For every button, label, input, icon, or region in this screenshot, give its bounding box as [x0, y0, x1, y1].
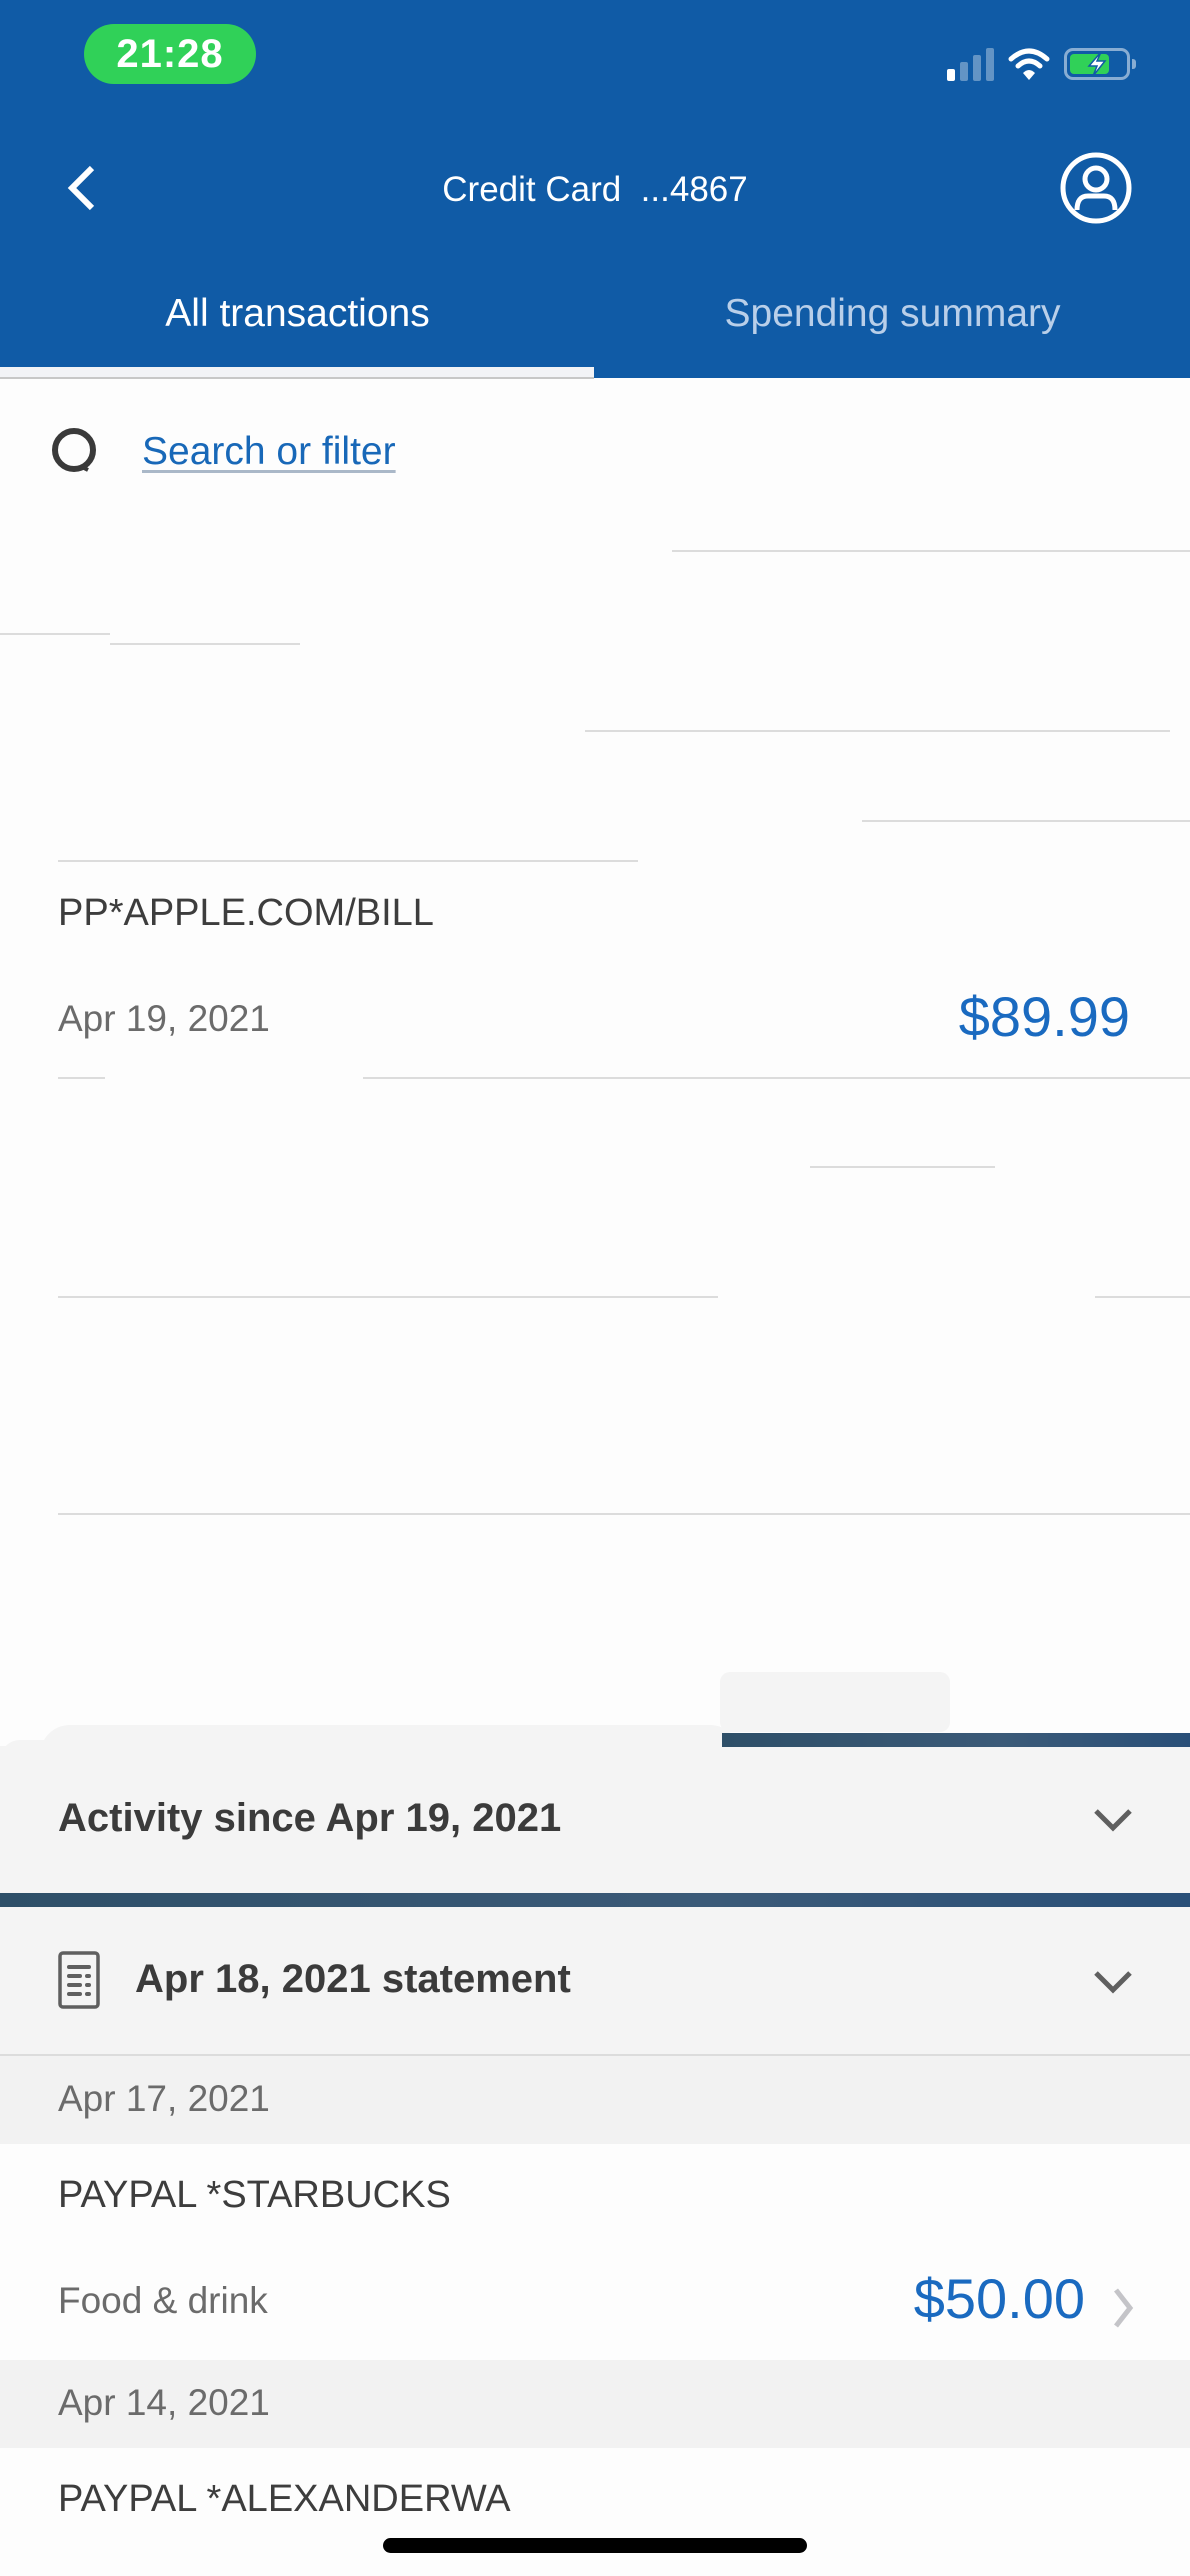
transaction-name: PAYPAL *ALEXANDERWA: [58, 2478, 511, 2520]
active-tab-indicator: [0, 367, 594, 379]
group-date: Apr 17, 2021: [58, 2078, 270, 2119]
search-icon: [52, 428, 96, 472]
activity-section-header[interactable]: Activity since Apr 19, 2021: [0, 1746, 1190, 1893]
user-circle-icon: [1060, 152, 1132, 224]
transaction-category: Food & drink: [58, 2280, 268, 2321]
tab-label: All transactions: [165, 292, 430, 335]
page-title: Credit Card ...4867: [442, 170, 748, 209]
divider: [58, 1296, 718, 1298]
app-header: 21:28 Credit Card ...4867 All transactio…: [0, 0, 1190, 379]
transaction-row[interactable]: PP*APPLE.COM/BILL Apr 19, 2021 $89.99: [0, 862, 1190, 1076]
charging-bolt-icon: [1087, 51, 1107, 77]
home-indicator[interactable]: [383, 2538, 807, 2553]
divider: [810, 1166, 995, 1168]
statement-section-title: Apr 18, 2021 statement: [135, 1957, 571, 2001]
divider: [110, 643, 300, 645]
status-icons: [947, 44, 1136, 84]
divider: [0, 633, 110, 635]
divider: [672, 550, 1190, 552]
divider: [58, 1513, 1190, 1515]
search-filter-button[interactable]: Search or filter: [50, 412, 550, 492]
chevron-right-icon: [1114, 2288, 1134, 2328]
activity-section-title: Activity since Apr 19, 2021: [58, 1796, 562, 1840]
tab-all-transactions[interactable]: All transactions: [0, 282, 595, 378]
statement-icon: [58, 1951, 100, 2009]
transaction-row[interactable]: PAYPAL *STARBUCKS Food & drink $50.00: [0, 2144, 1190, 2360]
date-group-header: Apr 14, 2021: [0, 2360, 1190, 2448]
transaction-row[interactable]: PAYPAL *ALEXANDERWA: [0, 2448, 1190, 2576]
transaction-date: Apr 19, 2021: [58, 998, 270, 1039]
search-label: Search or filter: [142, 430, 396, 473]
profile-button[interactable]: [1058, 150, 1134, 226]
section-divider-bar: [0, 1893, 1190, 1907]
divider: [363, 1077, 1190, 1079]
divider: [1095, 1296, 1190, 1298]
transaction-name: PAYPAL *STARBUCKS: [58, 2174, 451, 2216]
section-background: [720, 1672, 950, 1732]
wifi-icon: [1008, 48, 1050, 80]
divider: [58, 1077, 105, 1079]
transaction-name: PP*APPLE.COM/BILL: [58, 892, 434, 934]
tab-label: Spending summary: [724, 292, 1061, 335]
divider: [585, 730, 1170, 732]
transaction-amount: $50.00: [913, 2267, 1085, 2330]
divider: [862, 820, 1190, 822]
group-date: Apr 14, 2021: [58, 2382, 270, 2423]
chevron-down-icon: [1094, 1809, 1132, 1832]
statement-section-header[interactable]: Apr 18, 2021 statement: [0, 1907, 1190, 2055]
transaction-amount: $89.99: [958, 985, 1130, 1048]
signal-icon: [947, 47, 994, 81]
section-divider-bar: [722, 1733, 1190, 1747]
battery-icon: [1064, 48, 1136, 80]
chevron-down-icon: [1094, 1971, 1132, 1994]
date-group-header: Apr 17, 2021: [0, 2056, 1190, 2144]
tab-spending-summary[interactable]: Spending summary: [595, 282, 1190, 378]
status-time: 21:28: [84, 24, 256, 84]
